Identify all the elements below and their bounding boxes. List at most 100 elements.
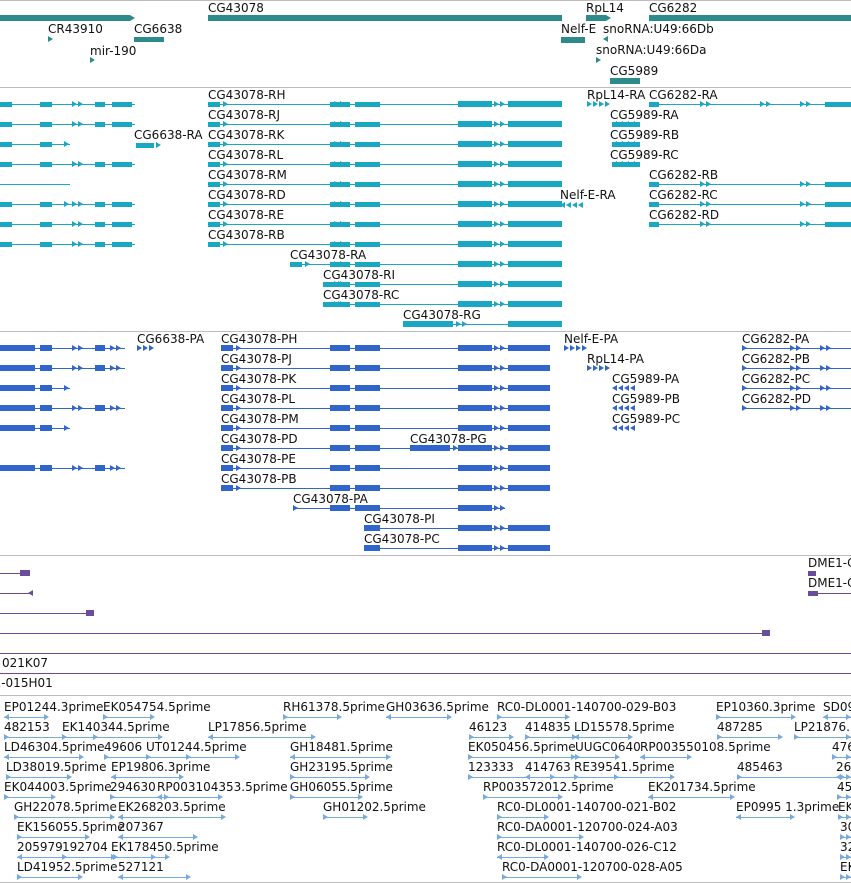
transcripts-label[interactable]: CG5989-RB [610,128,679,142]
proteins-label[interactable]: CG5989-PB [612,392,680,406]
transcripts-label[interactable]: CG5989-RC [610,148,679,162]
ests-label[interactable]: LD38019.5prime [6,760,107,774]
ests-label[interactable]: SD09 [823,700,851,714]
ests-label[interactable]: GH03636.5prime [386,700,489,714]
proteins-label[interactable]: CG43078-PL [221,392,295,406]
ests-label[interactable]: EK178450.5prime [111,840,219,854]
ests-label[interactable]: LP21876. [794,720,850,734]
ests-label[interactable]: RC0-DA0001-120700-024-A03 [497,820,678,834]
transcripts-label[interactable]: CG43078-RI [323,268,395,282]
ests-label[interactable]: RP003572012.5prime [483,780,614,794]
ests-label[interactable]: EP01244.3prime [4,700,103,714]
ests-label[interactable]: 192704 [62,840,108,854]
purple-label[interactable]: DME1-C [808,576,851,590]
ests-label[interactable]: GH01202.5prime [323,800,426,814]
ests-label[interactable]: 476 [832,740,851,754]
transcripts-label[interactable]: CG43078-RM [208,168,287,182]
proteins-label[interactable]: RpL14-PA [587,352,644,366]
ests-label[interactable]: RP003550108.5prime [640,740,771,754]
ests-label[interactable]: EP19806.3prime [111,760,210,774]
proteins-label[interactable]: CG6282-PC [742,372,810,386]
ests-label[interactable]: 205979 [17,840,63,854]
proteins-label[interactable]: CG43078-PA [293,492,368,506]
ests-label[interactable]: GH06055.5prime [290,780,393,794]
proteins-label[interactable]: CG43078-PH [221,332,297,346]
ests-label[interactable]: 482153 [4,720,50,734]
ests-label[interactable]: GH18481.5prime [290,740,393,754]
proteins-label[interactable]: CG43078-PD [221,432,298,446]
proteins-label[interactable]: CG43078-PG [410,432,487,446]
ests-label[interactable]: RC0-DL0001-140700-029-B03 [497,700,676,714]
transcripts-label[interactable]: Nelf-E-RA [560,188,616,202]
transcripts-label[interactable]: CG43078-RE [208,208,284,222]
genes-label[interactable]: CG6282 [649,1,697,15]
transcripts-label[interactable]: CG6282-RB [649,168,718,182]
ests-label[interactable]: GH22078.5prime [14,800,117,814]
transcripts-label[interactable]: CG6282-RD [649,208,719,222]
ests-label[interactable]: RE39541.5prime [574,760,675,774]
ests-label[interactable]: 30 [840,820,851,834]
purple-label[interactable]: E1-015H01 [0,676,53,690]
proteins-label[interactable]: CG6282-PD [742,392,811,406]
ests-label[interactable]: RC0-DL0001-140700-026-C12 [497,840,677,854]
proteins-label[interactable]: CG5989-PA [612,372,679,386]
proteins-label[interactable]: CG43078-PI [364,512,435,526]
genome-browser-view[interactable]: CG43078 RpL14 CG6282 CR43910 CG6638 Nelf-E sno… [0,0,851,883]
ests-label[interactable]: UUGC0640 [575,740,641,754]
ests-label[interactable]: RC0-DA0001-120700-028-A05 [502,860,683,874]
ests-label[interactable]: LD46304.5prime [4,740,105,754]
transcripts-label[interactable]: CG43078-RK [208,128,284,142]
ests-label[interactable]: 414835 [525,720,571,734]
ests-label[interactable]: 414763 [525,760,571,774]
ests-label[interactable]: EK140344.5prime [62,720,170,734]
ests-label[interactable]: 487285 [717,720,763,734]
ests-label[interactable]: EP0995 1.3prime [736,800,839,814]
transcripts-label[interactable]: CG43078-RD [208,188,286,202]
ests-label[interactable]: EP10360.3prime [716,700,815,714]
proteins-label[interactable]: CG5989-PC [612,412,680,426]
ests-label[interactable]: UT01244.5prime [146,740,247,754]
proteins-label[interactable]: CG43078-PC [364,532,440,546]
ests-label[interactable]: RH61378.5prime [283,700,385,714]
ests-label[interactable]: LD41952.5prime [17,860,118,874]
ests-label[interactable]: EK044003.5prime [4,780,112,794]
genes-label[interactable]: CR43910 [48,22,103,36]
ests-label[interactable]: EK201734.5prime [648,780,756,794]
ests-label[interactable]: 46123 [469,720,507,734]
proteins-label[interactable]: CG6638-PA [137,332,204,346]
ests-label[interactable]: EK050456.5prime [468,740,576,754]
proteins-label[interactable]: CG43078-PB [221,472,297,486]
ests-label[interactable]: LP17856.5prime [208,720,307,734]
ests-label[interactable]: 49606 [104,740,142,754]
ests-label[interactable]: LD15578.5prime [574,720,675,734]
ests-label[interactable]: 207367 [118,820,164,834]
transcripts-label[interactable]: CG43078-RB [208,228,285,242]
genes-label[interactable]: snoRNA:U49:66Da [596,43,707,57]
ests-label[interactable]: EK268203.5prime [118,800,226,814]
transcripts-label[interactable]: CG6282-RA [649,88,718,102]
ests-label[interactable]: 32 [840,840,851,854]
ests-label[interactable]: GH23195.5prime [290,760,393,774]
ests-label[interactable]: EK156055.5prime [17,820,125,834]
genes-label[interactable]: mir-190 [90,44,136,58]
genes-label[interactable]: RpL14 [586,1,624,15]
proteins-label[interactable]: CG43078-PJ [221,352,292,366]
ests-label[interactable]: EK054754.5prime [103,700,211,714]
ests-label[interactable]: 294630 [110,780,156,794]
purple-label[interactable]: 021K07 [2,656,48,670]
transcripts-label[interactable]: CG43078-RH [208,88,286,102]
transcripts-label[interactable]: CG43078-RL [208,148,283,162]
ests-label[interactable]: 123333 [468,760,514,774]
ests-label[interactable]: 485463 [737,760,783,774]
proteins-label[interactable]: CG6282-PB [742,352,810,366]
purple-label[interactable]: DME1-C [808,556,851,570]
proteins-label[interactable]: Nelf-E-PA [564,332,618,346]
genes-label[interactable]: CG5989 [610,64,658,78]
ests-label[interactable]: EK [838,800,851,814]
ests-label[interactable]: RP003104353.5prime [157,780,288,794]
ests-label[interactable]: RC0-DL0001-140700-021-B02 [497,800,676,814]
genes-label[interactable]: snoRNA:U49:66Db [603,22,714,36]
proteins-label[interactable]: CG43078-PK [221,372,296,386]
transcripts-label[interactable]: CG43078-RC [323,288,399,302]
transcripts-label[interactable]: CG43078-RJ [208,108,280,122]
